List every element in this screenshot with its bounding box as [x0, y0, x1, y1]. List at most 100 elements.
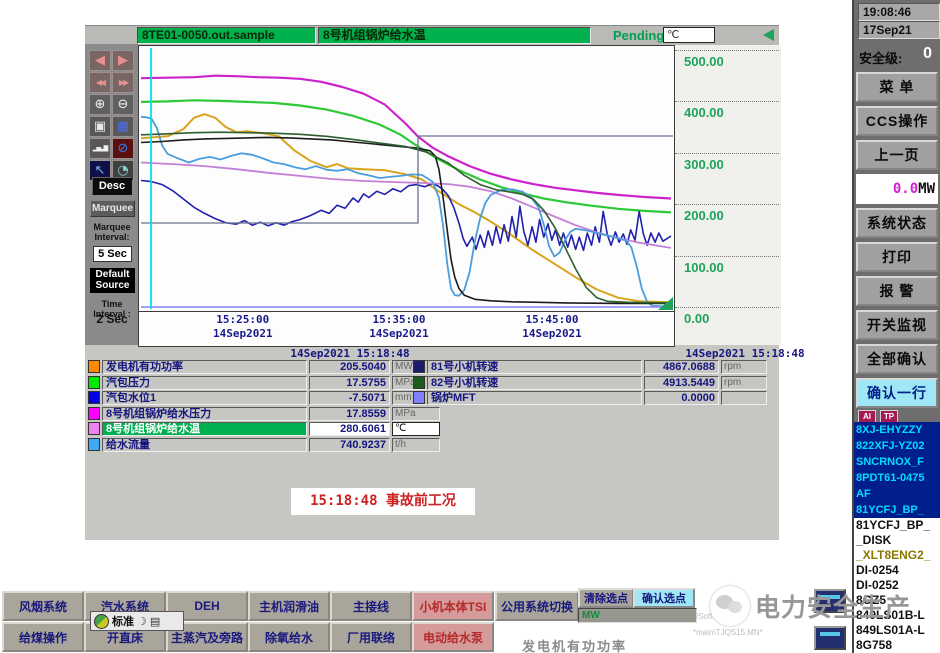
y-tick-label: 400.00 — [684, 105, 724, 121]
alarm-item[interactable]: SNCRNOX_F — [854, 454, 940, 470]
sidebar-button-ack-all[interactable]: 全部确认 — [856, 344, 938, 374]
point-label[interactable]: 锅炉MFT — [427, 391, 642, 405]
scroll-left-arrow-icon[interactable] — [763, 29, 774, 41]
series-color-box — [88, 406, 100, 420]
alarm-item[interactable]: _XLT8ENG2_ — [854, 548, 940, 563]
trend-icon-glyph: ▂▅▃▇ — [92, 144, 109, 152]
point-tag-field[interactable]: 8TE01-0050.out.sample — [137, 27, 316, 44]
trend-chart[interactable]: 15:25:00 14Sep2021 15:35:00 14Sep2021 15:45:… — [138, 45, 675, 347]
table-row: 8号机组锅炉给水压力 17.8559 MPa — [88, 406, 440, 421]
ime-mode-label[interactable]: 标准 — [112, 613, 134, 629]
table-row: 汽包水位1 -7.5071 mm — [88, 391, 440, 405]
default-source-button[interactable]: Default Source — [90, 268, 135, 293]
no-entry-icon[interactable]: ⊘ — [112, 138, 134, 159]
sidebar-button-alarm[interactable]: 报 警 — [856, 276, 938, 306]
sidebar-button-prev-page[interactable]: 上一页 — [856, 140, 938, 170]
title-bar: 8TE01-0050.out.sample 8号机组锅炉给水温 Pending.… — [85, 25, 779, 46]
nav-button-chuyang[interactable]: 除氧给水 — [248, 622, 330, 652]
confirm-point-button[interactable]: 确认选点 — [633, 588, 695, 608]
axis-scale-marker-icon[interactable] — [658, 297, 673, 310]
alarm-item[interactable]: 822XFJ-YZ02 — [854, 438, 940, 454]
zoom-in-icon-glyph: ⊕ — [94, 97, 106, 112]
alarm-item[interactable]: _DISK — [854, 533, 940, 548]
point-value: 280.6061 — [309, 422, 390, 436]
nav-button-zhujiexian[interactable]: 主接线 — [330, 591, 412, 621]
nav-button-changyong[interactable]: 厂用联络 — [330, 622, 412, 652]
nav-button-fengyan[interactable]: 风烟系统 — [2, 591, 84, 621]
series-color-box — [88, 360, 100, 373]
ime-moon-icon[interactable]: ☽ — [137, 615, 147, 628]
marquee-interval-value[interactable]: 5 Sec — [93, 246, 132, 262]
common-system-switch-button[interactable]: 公用系统切换 — [495, 591, 579, 621]
alarm-item[interactable]: AF — [854, 486, 940, 502]
zoom-out-icon[interactable]: ⊖ — [112, 94, 134, 115]
security-level-value: 0 — [923, 45, 932, 62]
fast-back-icon-glyph: ◀◀ — [95, 77, 106, 87]
nav-button-diandong-pump[interactable]: 电动给水泵 — [412, 622, 494, 652]
nav-button-geimei[interactable]: 给煤操作 — [2, 622, 84, 652]
unit-select-field[interactable]: MW — [578, 608, 697, 623]
sidebar-button-system-status[interactable]: 系统状态 — [856, 208, 938, 238]
watermark-text: 电力安全生产 — [755, 594, 912, 622]
sidebar-button-ack-line[interactable]: 确认一行 — [856, 378, 938, 408]
ime-bar[interactable]: 标准 ☽ ▤ — [90, 611, 184, 631]
x-tick-time: 15:45:00 — [525, 313, 579, 326]
x-tick-date: 14Sep2021 — [212, 327, 273, 340]
sidebar-button-switch-monitor[interactable]: 开关监视 — [856, 310, 938, 340]
point-label[interactable]: 发电机有功功率 — [102, 360, 307, 374]
point-label[interactable]: 汽包压力 — [102, 375, 307, 390]
power-unit: MW — [918, 181, 935, 197]
point-label[interactable]: 8号机组锅炉给水温 — [102, 422, 307, 436]
alarm-item[interactable]: 8XJ-EHYZZY — [854, 422, 940, 438]
desc-button[interactable]: Desc — [92, 177, 132, 195]
zoom-in-icon[interactable]: ⊕ — [89, 94, 111, 115]
point-value: 17.8559 — [309, 406, 390, 421]
sidebar-button-ccs[interactable]: CCS操作 — [856, 106, 938, 136]
ime-lang-icon[interactable] — [94, 613, 109, 629]
fast-forward-icon[interactable]: ▶▶ — [112, 72, 134, 93]
monitor-icon-2[interactable] — [814, 626, 846, 650]
nav-button-runhuayou[interactable]: 主机润滑油 — [248, 591, 330, 621]
x-tick-time: 15:25:00 — [216, 313, 270, 326]
point-value: 0.0000 — [644, 391, 719, 405]
alarm-item[interactable]: DI-0254 — [854, 563, 940, 578]
point-label[interactable]: 81号小机转速 — [427, 360, 642, 374]
point-label[interactable]: 汽包水位1 — [102, 391, 307, 405]
point-unit: MPa — [392, 406, 440, 421]
point-desc-field[interactable]: 8号机组锅炉给水温 — [318, 27, 591, 44]
screen-icon[interactable]: ▣ — [89, 116, 111, 137]
nav-button-xiaoji-tsi[interactable]: 小机本体TSI — [412, 591, 494, 621]
alarm-item[interactable]: 8G758 — [854, 638, 940, 653]
point-unit: t/h — [392, 437, 440, 452]
table-icon[interactable]: ▦ — [112, 116, 134, 137]
clear-point-button[interactable]: 清除选点 — [578, 588, 634, 608]
step-back-icon[interactable]: ◀ — [89, 50, 111, 71]
point-value: 4913.5449 — [644, 375, 719, 390]
x-tick-date: 14Sep2021 — [369, 327, 429, 340]
point-label[interactable]: 给水流量 — [102, 437, 307, 452]
ime-keyboard-icon[interactable]: ▤ — [150, 615, 160, 628]
step-forward-icon-glyph: ▶ — [118, 53, 128, 68]
y-gridline — [675, 204, 779, 206]
fast-back-icon[interactable]: ◀◀ — [89, 72, 111, 93]
power-caption: 发电机有功功率 — [522, 639, 628, 653]
y-gridline — [675, 255, 779, 257]
zoom-region-outline[interactable] — [141, 135, 673, 224]
alarm-item[interactable]: 81YCFJ_BP_ — [854, 502, 940, 518]
alarm-item[interactable]: 8PDT61-0475 — [854, 470, 940, 486]
clock-date: 17Sep21 — [858, 21, 940, 39]
sidebar-button-menu[interactable]: 菜 单 — [856, 72, 938, 102]
alarm-item[interactable]: 81YCFJ_BP_ — [854, 518, 940, 533]
sidebar-button-print[interactable]: 打印 — [856, 242, 938, 272]
trend-icon[interactable]: ▂▅▃▇ — [89, 138, 111, 159]
point-label[interactable]: 8号机组锅炉给水压力 — [102, 406, 307, 421]
table-row: 82号小机转速 4913.5449 rpm — [413, 375, 767, 390]
table-row: 锅炉MFT 0.0000 — [413, 391, 767, 405]
point-label[interactable]: 82号小机转速 — [427, 375, 642, 390]
marquee-button[interactable]: Marquee — [90, 200, 135, 217]
step-forward-icon[interactable]: ▶ — [112, 50, 134, 71]
wechat-icon — [710, 586, 750, 626]
trend-plot[interactable] — [139, 46, 674, 312]
y-tick-label: 200.00 — [684, 208, 724, 224]
y-tick-label: 300.00 — [684, 156, 724, 172]
